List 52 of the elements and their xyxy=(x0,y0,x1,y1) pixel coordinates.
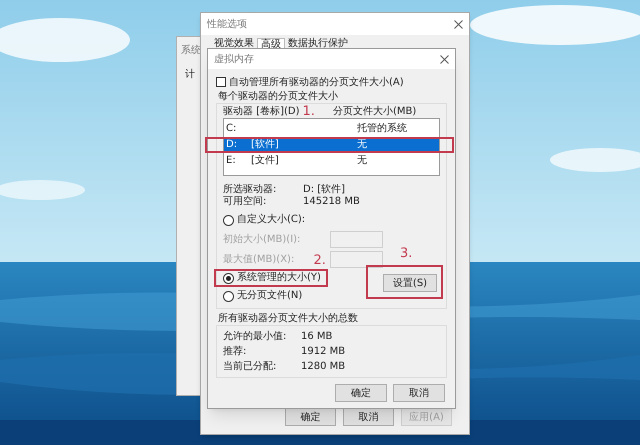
dialog-button[interactable]: 取消 xyxy=(343,408,394,426)
dialog-button[interactable]: 确定 xyxy=(285,408,336,426)
radio-label: 系统管理的大小(Y) xyxy=(237,272,321,284)
drive-row[interactable]: C: 托管的系统 xyxy=(224,121,439,137)
checkbox[interactable] xyxy=(216,77,226,87)
field-label: 初始大小(MB)(I): xyxy=(223,232,300,246)
input-field[interactable] xyxy=(330,250,383,268)
field-value: D: [软件] xyxy=(303,184,346,196)
total-value: 1912 MB xyxy=(301,345,346,359)
close-icon[interactable] xyxy=(440,54,449,64)
dialog-button[interactable]: 确定 xyxy=(335,384,387,402)
input-field[interactable] xyxy=(330,230,383,248)
dialog-title: 虚拟内存 xyxy=(214,52,254,66)
step-number: 2. xyxy=(314,254,326,268)
dialog-button[interactable]: 取消 xyxy=(393,384,445,402)
radio-button[interactable] xyxy=(223,272,234,284)
drive-row[interactable]: E: [文件] 无 xyxy=(224,153,439,169)
drive-letter: E: xyxy=(226,154,237,168)
drive-size: 无 xyxy=(357,138,367,152)
window-title: 系统 xyxy=(181,44,201,58)
drive-letter: C: xyxy=(226,122,238,136)
field-label: 可用空间: xyxy=(223,196,268,208)
step-number: 1. xyxy=(302,105,315,119)
column-header: 分页文件大小(MB) xyxy=(333,105,416,118)
drive-size: 托管的系统 xyxy=(357,122,407,136)
field-label: 最大值(MB)(X): xyxy=(223,252,294,266)
total-value: 1280 MB xyxy=(301,360,346,374)
field-value: 145218 MB xyxy=(303,196,360,208)
drive-label: [软件] xyxy=(251,138,279,152)
drive-size: 无 xyxy=(357,154,367,168)
drive-letter: D: xyxy=(226,138,238,152)
drive-label: [文件] xyxy=(251,154,279,168)
window-title: 性能选项 xyxy=(207,18,247,32)
total-label: 当前已分配: xyxy=(223,360,278,374)
close-icon[interactable] xyxy=(454,20,463,28)
set-button[interactable]: 设置(S) xyxy=(383,274,437,292)
group-title: 所有驱动器分页文件大小的总数 xyxy=(218,313,359,325)
step-number: 3. xyxy=(400,247,412,261)
tab[interactable]: 数据执行保护 xyxy=(285,38,351,50)
column-header: 驱动器 [卷标](D) xyxy=(223,105,300,118)
total-value: 16 MB xyxy=(301,330,332,344)
radio-label: 自定义大小(C): xyxy=(237,214,306,226)
tab[interactable]: 视觉效果 xyxy=(211,38,257,50)
total-label: 允许的最小值: xyxy=(223,330,288,344)
field-label: 所选驱动器: xyxy=(223,184,278,196)
group-title: 每个驱动器的分页文件大小 xyxy=(218,91,339,103)
radio-button[interactable] xyxy=(223,214,234,226)
total-label: 推荐: xyxy=(223,344,248,359)
tab[interactable]: 计 xyxy=(185,67,195,82)
radio-button[interactable] xyxy=(223,290,234,302)
checkbox-label: 自动管理所有驱动器的分页文件大小(A) xyxy=(229,76,404,90)
radio-label: 无分页文件(N) xyxy=(237,290,302,302)
